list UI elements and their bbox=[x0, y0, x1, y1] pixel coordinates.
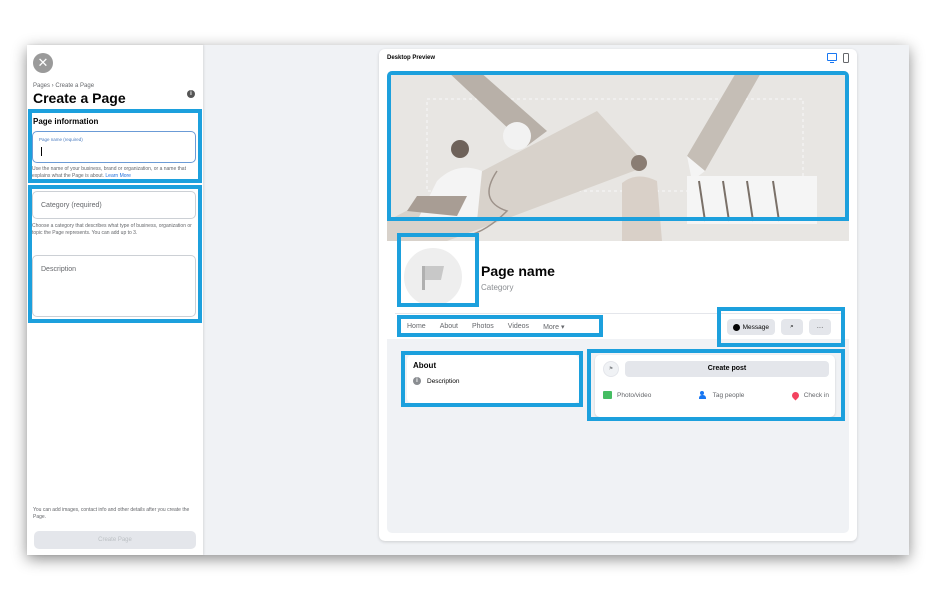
page-title: Create a Page bbox=[33, 90, 126, 106]
page-name-input[interactable]: Page name (required) bbox=[32, 131, 196, 163]
desktop-icon[interactable] bbox=[827, 53, 837, 63]
highlight-tabs bbox=[397, 315, 603, 337]
highlight-about bbox=[401, 351, 583, 407]
highlight-avatar bbox=[397, 233, 479, 307]
preview-title: Desktop Preview bbox=[387, 55, 436, 61]
text-caret bbox=[41, 147, 42, 156]
preview-page-name: Page name bbox=[481, 263, 555, 279]
left-panel: ✕ Pages › Create a Page Create a Page i … bbox=[27, 45, 203, 555]
highlight-create-post bbox=[587, 349, 845, 421]
footer-note: You can add images, contact info and oth… bbox=[33, 507, 190, 520]
close-button[interactable]: ✕ bbox=[33, 53, 53, 73]
page-name-hint: Use the name of your business, brand or … bbox=[32, 166, 198, 179]
section-title: Page information bbox=[33, 117, 99, 126]
category-hint: Choose a category that describes what ty… bbox=[32, 223, 192, 236]
highlight-actions bbox=[717, 307, 845, 347]
category-input[interactable]: Category (required) bbox=[32, 191, 196, 219]
learn-more-link[interactable]: Learn More bbox=[105, 173, 131, 179]
highlight-cover bbox=[387, 71, 849, 221]
create-page-window: ✕ Pages › Create a Page Create a Page i … bbox=[27, 45, 909, 555]
description-placeholder: Description bbox=[41, 266, 77, 273]
category-placeholder: Category (required) bbox=[41, 202, 102, 209]
breadcrumb: Pages › Create a Page bbox=[33, 83, 95, 89]
preview-category: Category bbox=[481, 283, 514, 292]
mobile-icon[interactable] bbox=[843, 53, 849, 63]
desktop-preview-panel: Desktop Preview Page name Category Home … bbox=[379, 49, 857, 541]
close-icon: ✕ bbox=[37, 55, 49, 70]
info-icon[interactable]: i bbox=[187, 90, 195, 98]
page-preview: Page name Category Home About Photos Vid… bbox=[387, 71, 849, 533]
description-input[interactable]: Description bbox=[32, 255, 196, 317]
device-toggle bbox=[827, 53, 849, 63]
page-name-label: Page name (required) bbox=[39, 137, 83, 142]
create-page-button[interactable]: Create Page bbox=[34, 531, 196, 549]
